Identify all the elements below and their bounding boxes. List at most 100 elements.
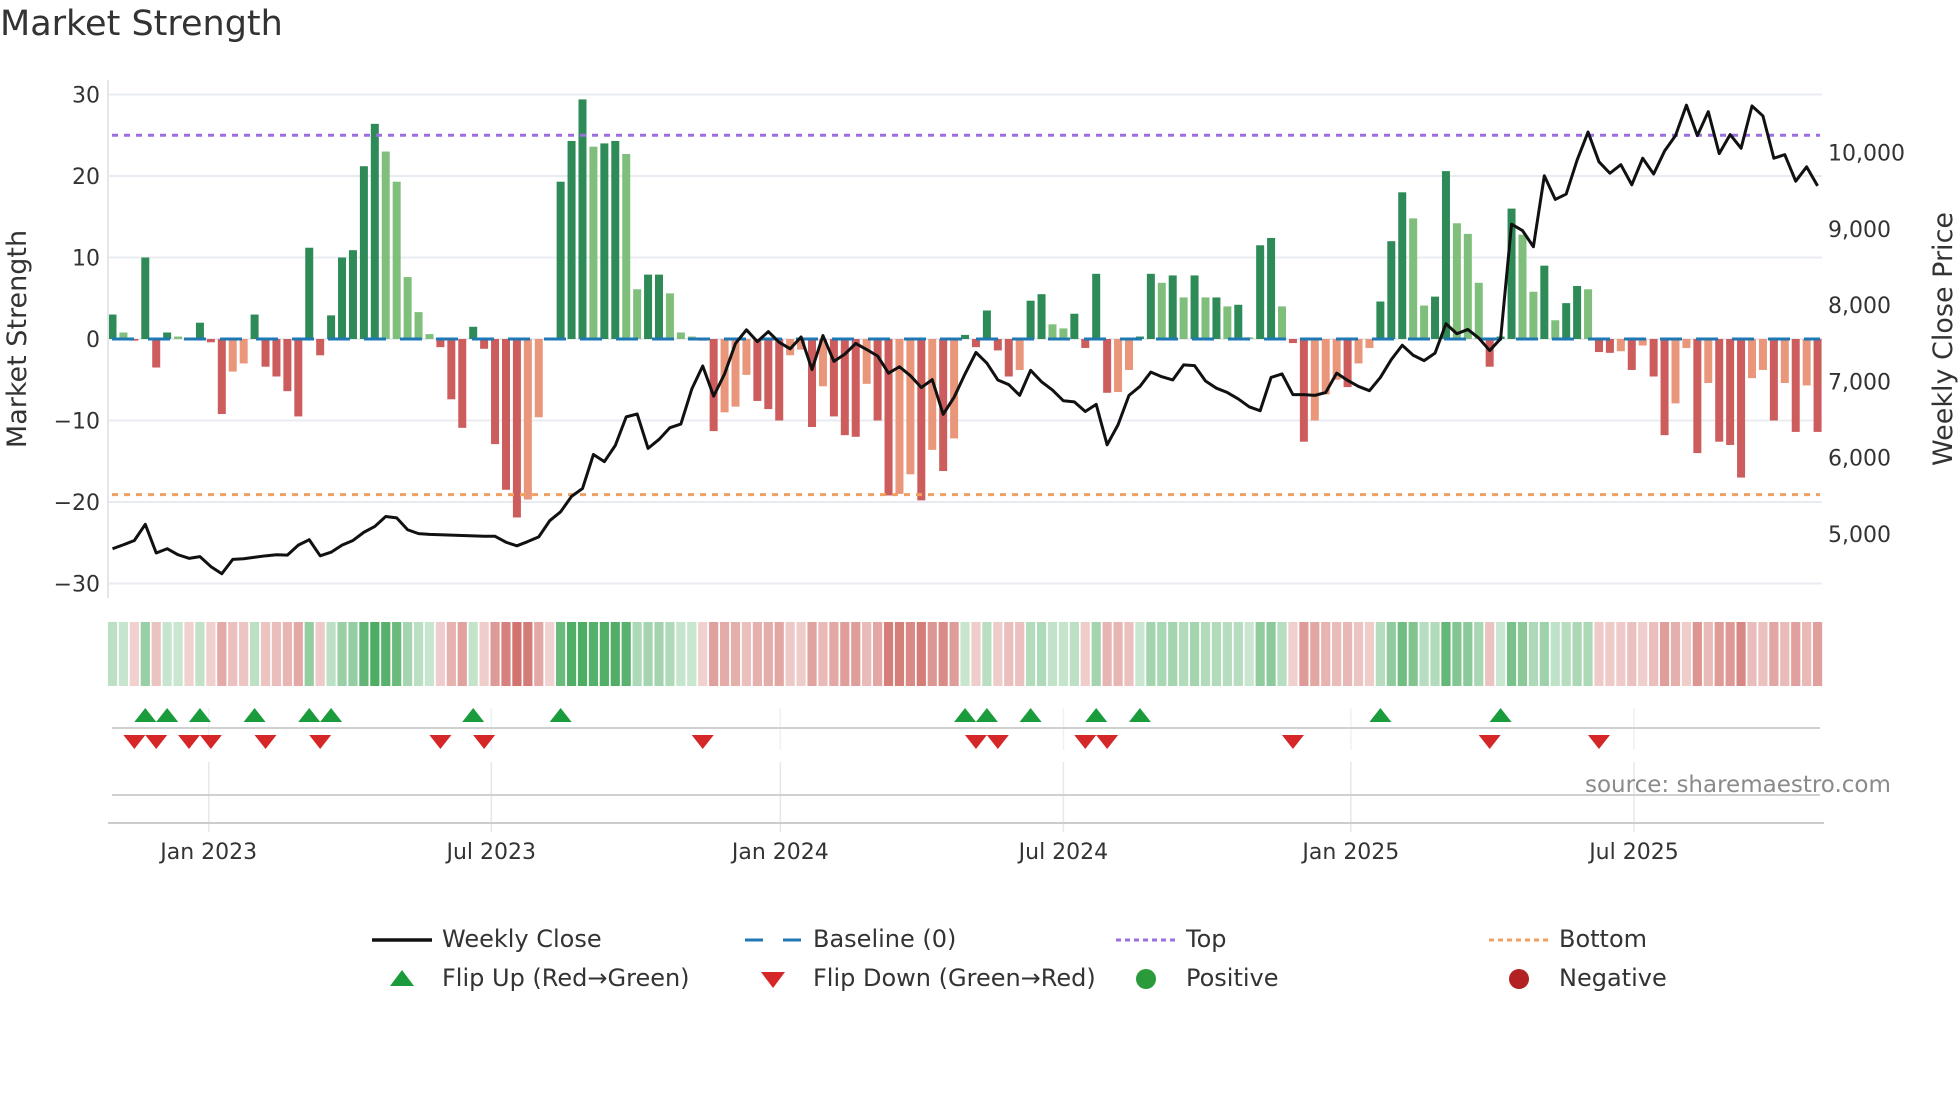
strip-cell bbox=[1747, 622, 1757, 686]
strength-bar bbox=[305, 247, 314, 339]
strip-cell bbox=[949, 622, 959, 686]
strength-bar bbox=[1124, 339, 1133, 370]
y-tick-label: 10 bbox=[72, 247, 100, 272]
legend-top-label: Top bbox=[1186, 925, 1227, 953]
strip-cell bbox=[1375, 622, 1385, 686]
strength-bar bbox=[414, 312, 423, 339]
strip-cell bbox=[162, 622, 172, 686]
y2-tick-label: 6,000 bbox=[1828, 447, 1891, 472]
strength-bar bbox=[1769, 339, 1778, 421]
y-tick-label: 20 bbox=[72, 165, 100, 190]
flip-down-marker bbox=[123, 735, 146, 749]
market-strength-chart: −30 −20 −10 0 10 20 30 5,000 6,000 7,000 8,000 9,00… bbox=[2, 80, 1959, 865]
strength-bar bbox=[961, 334, 970, 339]
strength-bar bbox=[1420, 305, 1429, 339]
legend-negative-label: Negative bbox=[1559, 964, 1667, 992]
strength-bar bbox=[1376, 301, 1385, 339]
legend-baseline-icon bbox=[745, 938, 801, 942]
strip-cell bbox=[709, 622, 719, 686]
strength-bar bbox=[1660, 339, 1669, 436]
y2-tick-label: 5,000 bbox=[1828, 523, 1891, 548]
flip-down-marker bbox=[429, 735, 452, 749]
strength-bar bbox=[742, 339, 751, 375]
strip-cell bbox=[1474, 622, 1484, 686]
strip-cell bbox=[392, 622, 402, 686]
strip-cell bbox=[457, 622, 467, 686]
strip-cell bbox=[927, 622, 937, 686]
strip-cell bbox=[807, 622, 817, 686]
strength-bar bbox=[501, 339, 510, 490]
strength-bar bbox=[1103, 339, 1112, 393]
strength-bar bbox=[851, 339, 860, 437]
strip-cell bbox=[1452, 622, 1462, 686]
strip-cell bbox=[938, 622, 948, 686]
strength-bar bbox=[1671, 339, 1680, 404]
strength-bar bbox=[1682, 339, 1691, 348]
strip-cell bbox=[107, 622, 118, 686]
legend-close-label: Weekly Close bbox=[442, 925, 602, 953]
strip-cell bbox=[752, 622, 762, 686]
strength-bar bbox=[600, 143, 609, 339]
x-tick-label: Jul 2024 bbox=[1017, 840, 1109, 865]
strip-cell bbox=[730, 622, 741, 686]
strip-cell bbox=[862, 622, 872, 686]
strip-cell bbox=[326, 622, 336, 686]
strength-bar bbox=[1190, 275, 1199, 339]
strip-cell bbox=[993, 622, 1003, 686]
strength-bar bbox=[1288, 339, 1297, 344]
strip-cell bbox=[1496, 622, 1506, 686]
strip-cell bbox=[1146, 622, 1156, 686]
strip-cell bbox=[1189, 622, 1200, 686]
strip-cell bbox=[763, 622, 773, 686]
strip-cell bbox=[971, 622, 981, 686]
strip-cell bbox=[413, 622, 424, 686]
strip-cell bbox=[512, 622, 522, 686]
axes: −30 −20 −10 0 10 20 30 5,000 6,000 7,000 8,000 9,00… bbox=[54, 80, 1905, 865]
strength-bar bbox=[1463, 233, 1472, 339]
strength-bar bbox=[272, 339, 281, 377]
strength-bar bbox=[928, 339, 937, 450]
flip-down-marker bbox=[254, 735, 277, 749]
flip-down-marker bbox=[1074, 735, 1097, 749]
y-tick-label: 30 bbox=[72, 84, 100, 109]
strength-bar bbox=[348, 250, 357, 339]
y2-axis-label: Weekly Close Price bbox=[1928, 212, 1959, 466]
strip-cell bbox=[1332, 622, 1342, 686]
strip-cell bbox=[184, 622, 194, 686]
flip-up-marker bbox=[462, 708, 485, 722]
strength-bar bbox=[589, 146, 598, 339]
flip-down-marker bbox=[986, 735, 1009, 749]
strip-cell bbox=[1758, 622, 1768, 686]
strip-cell bbox=[916, 622, 926, 686]
strength-bar bbox=[1310, 339, 1319, 421]
strip-cell bbox=[501, 622, 511, 686]
strip-cell bbox=[1714, 622, 1724, 686]
strip-cell bbox=[435, 622, 445, 686]
strip-cell bbox=[1441, 622, 1451, 686]
strip-cell bbox=[1725, 622, 1735, 686]
strip-cell bbox=[140, 622, 150, 686]
source-label: source: sharemaestro.com bbox=[1585, 772, 1891, 798]
strength-bar bbox=[1485, 339, 1494, 367]
strength-bar bbox=[764, 339, 773, 410]
strip-cell bbox=[894, 622, 905, 686]
strength-bar bbox=[1026, 300, 1035, 339]
strength-bar bbox=[1813, 339, 1822, 432]
strip-cell bbox=[1036, 622, 1047, 686]
strip-cell bbox=[632, 622, 642, 686]
strip-cell bbox=[1408, 622, 1418, 686]
legend-positive-icon bbox=[1136, 969, 1156, 989]
strip-cell bbox=[719, 622, 730, 686]
strength-bar bbox=[1802, 339, 1811, 386]
strip-cell bbox=[1638, 622, 1648, 686]
strip-cell bbox=[687, 622, 697, 686]
strength-bar bbox=[1693, 339, 1702, 454]
strip-cell bbox=[1594, 622, 1604, 686]
flip-up-marker bbox=[1019, 708, 1042, 722]
strength-bar bbox=[1048, 324, 1057, 339]
strip-cell bbox=[1102, 622, 1112, 686]
strength-bar bbox=[1223, 306, 1232, 339]
strength-bar bbox=[1234, 304, 1243, 339]
strength-bar bbox=[644, 274, 653, 339]
strip-cell bbox=[1113, 622, 1123, 686]
